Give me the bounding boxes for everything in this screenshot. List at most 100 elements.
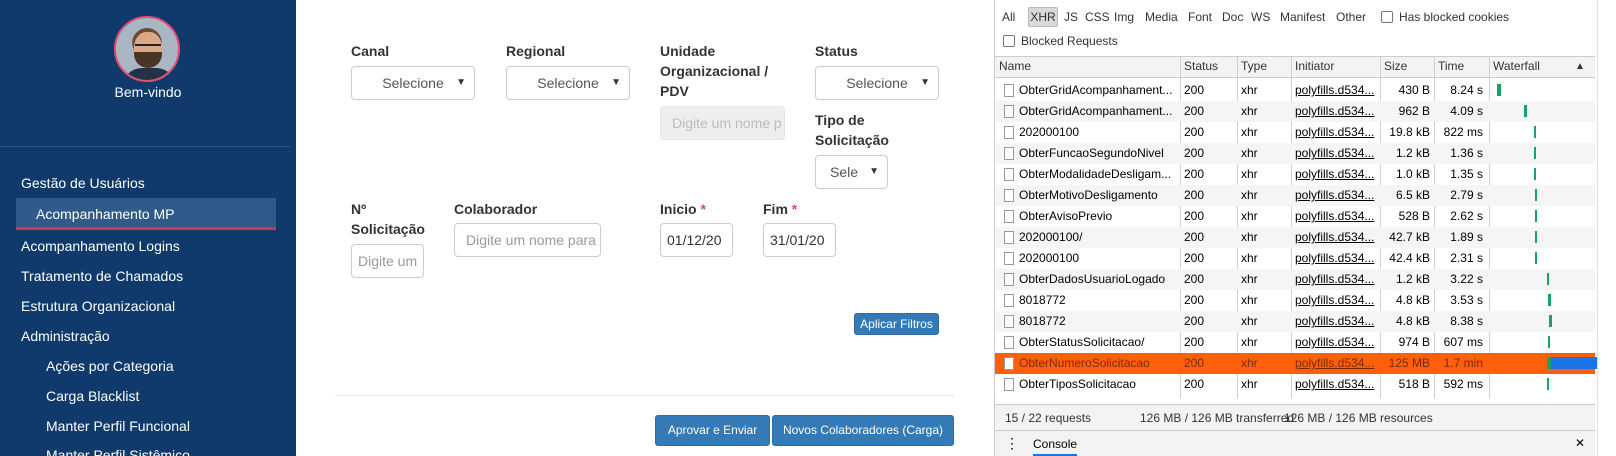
request-time: 4.09 s — [1450, 104, 1483, 118]
blocked-requests-checkbox[interactable] — [1003, 35, 1015, 47]
table-row[interactable]: ObterStatusSolicitacao/200 xhr polyfills.d… — [995, 332, 1595, 353]
waterfall-bar — [1497, 84, 1501, 96]
numero-input[interactable]: Digite um — [351, 244, 424, 278]
filter-img[interactable]: Img — [1114, 10, 1134, 24]
request-status: 200 — [1184, 251, 1205, 265]
table-row[interactable]: 202000100 200 xhr polyfills.d534... 19.8 kB 8… — [995, 122, 1595, 143]
table-row[interactable]: 8018772 200 xhr polyfills.d534... 4.8 kB 3.53… — [995, 290, 1595, 311]
sidebar-item-tratamento-chamados[interactable]: Tratamento de Chamados — [21, 268, 183, 284]
filter-doc[interactable]: Doc — [1222, 10, 1243, 24]
request-initiator[interactable]: polyfills.d534... — [1295, 104, 1381, 118]
numero-label-line1: Nº — [351, 201, 367, 217]
sidebar-item-perfil-funcional[interactable]: Manter Perfil Funcional — [46, 418, 190, 434]
filter-css[interactable]: CSS — [1085, 10, 1110, 24]
required-marker: * — [700, 201, 706, 217]
request-name: ObterGridAcompanhament... — [1019, 83, 1173, 97]
table-row[interactable]: ObterMotivoDesligamento 200 xhr polyfills.d… — [995, 185, 1595, 206]
sidebar-item-acoes-categoria[interactable]: Ações por Categoria — [46, 358, 174, 374]
col-waterfall[interactable]: Waterfall — [1493, 59, 1540, 73]
col-time[interactable]: Time — [1438, 59, 1464, 73]
request-initiator[interactable]: polyfills.d534... — [1295, 356, 1381, 370]
waterfall-bar — [1549, 315, 1552, 327]
request-initiator[interactable]: polyfills.d534... — [1295, 167, 1381, 181]
request-initiator[interactable]: polyfills.d534... — [1295, 125, 1381, 139]
fim-date-input[interactable]: 31/01/20 — [763, 223, 836, 257]
table-row[interactable]: 202000100 200 xhr polyfills.d534... 42.4 kB 2… — [995, 248, 1595, 269]
request-initiator[interactable]: polyfills.d534... — [1295, 314, 1381, 328]
sidebar-item-gestao-usuarios[interactable]: Gestão de Usuários — [21, 175, 145, 191]
col-status[interactable]: Status — [1184, 59, 1218, 73]
sidebar-item-acompanhamento-logins[interactable]: Acompanhamento Logins — [21, 238, 180, 254]
filter-manifest[interactable]: Manifest — [1280, 10, 1325, 24]
chevron-down-icon: ▼ — [456, 77, 466, 88]
table-row[interactable]: ObterNumeroSolicitacao 200 xhr polyfills.d5… — [995, 353, 1597, 374]
request-initiator[interactable]: polyfills.d534... — [1295, 146, 1381, 160]
waterfall-bar — [1548, 336, 1550, 348]
sidebar-item-administracao[interactable]: Administração — [21, 328, 110, 344]
table-row[interactable]: ObterDadosUsuarioLogado 200 xhr polyfills.d… — [995, 269, 1595, 290]
table-row[interactable]: ObterGridAcompanhament... 200 xhr polyfills… — [995, 80, 1595, 101]
filter-js[interactable]: JS — [1064, 10, 1078, 24]
request-time: 592 ms — [1443, 377, 1483, 391]
request-type: xhr — [1241, 335, 1258, 349]
table-row[interactable]: ObterModalidadeDesligam... 200 xhr polyfill… — [995, 164, 1595, 185]
filter-media[interactable]: Media — [1145, 10, 1178, 24]
request-initiator[interactable]: polyfills.d534... — [1295, 377, 1381, 391]
col-type[interactable]: Type — [1241, 59, 1267, 73]
table-row[interactable]: 8018772 200 xhr polyfills.d534... 4.8 kB 8.38… — [995, 311, 1595, 332]
request-status: 200 — [1184, 356, 1205, 370]
regional-select[interactable]: Selecione ▼ — [506, 66, 630, 100]
close-icon[interactable]: ✕ — [1575, 436, 1585, 450]
col-name[interactable]: Name — [999, 59, 1031, 73]
filter-ws[interactable]: WS — [1251, 10, 1270, 24]
request-initiator[interactable]: polyfills.d534... — [1295, 272, 1381, 286]
has-blocked-cookies-checkbox[interactable] — [1381, 11, 1393, 23]
request-initiator[interactable]: polyfills.d534... — [1295, 251, 1381, 265]
request-initiator[interactable]: polyfills.d534... — [1295, 83, 1381, 97]
request-size: 1.2 kB — [1395, 272, 1430, 286]
filter-xhr[interactable]: XHR — [1028, 7, 1058, 27]
sidebar-item-label: Acompanhamento MP — [36, 206, 175, 222]
request-time: 2.31 s — [1450, 251, 1483, 265]
inicio-date-input[interactable]: 01/12/20 — [660, 223, 733, 257]
filter-font[interactable]: Font — [1188, 10, 1212, 24]
request-initiator[interactable]: polyfills.d534... — [1295, 209, 1381, 223]
request-size: 430 B — [1398, 83, 1430, 97]
sidebar-item-carga-blacklist[interactable]: Carga Blacklist — [46, 388, 139, 404]
drawer-menu-icon[interactable]: ⋮ — [1005, 435, 1019, 452]
request-name: 202000100/ — [1019, 230, 1083, 244]
document-icon — [1004, 231, 1014, 244]
devtools-side-toolbar — [1597, 0, 1616, 456]
tab-console[interactable]: Console — [1033, 437, 1078, 456]
request-initiator[interactable]: polyfills.d534... — [1295, 230, 1381, 244]
tipo-select[interactable]: Sele ▼ — [815, 155, 888, 189]
canal-select[interactable]: Selecione ▼ — [351, 66, 475, 100]
table-row[interactable]: ObterTiposSolicitacao 200 xhr polyfills.d53… — [995, 374, 1595, 395]
col-size[interactable]: Size — [1384, 59, 1407, 73]
request-initiator[interactable]: polyfills.d534... — [1295, 188, 1381, 202]
request-size: 962 B — [1398, 104, 1430, 118]
apply-filters-button[interactable]: Aplicar Filtros — [854, 313, 939, 335]
request-initiator[interactable]: polyfills.d534... — [1295, 335, 1381, 349]
approve-send-button[interactable]: Aprovar e Enviar — [655, 415, 770, 446]
sidebar-item-estrutura-organizacional[interactable]: Estrutura Organizacional — [21, 298, 175, 314]
table-row[interactable]: ObterAvisoPrevio 200 xhr polyfills.d534... 5… — [995, 206, 1595, 227]
filter-all[interactable]: All — [1002, 10, 1015, 24]
request-initiator[interactable]: polyfills.d534... — [1295, 293, 1381, 307]
new-collaborators-button[interactable]: Novos Colaboradores (Carga) — [772, 415, 954, 446]
document-icon — [1004, 357, 1014, 370]
document-icon — [1004, 168, 1014, 181]
filter-other[interactable]: Other — [1336, 10, 1366, 24]
request-size: 125 MB — [1388, 356, 1430, 370]
request-type: xhr — [1241, 314, 1258, 328]
table-row[interactable]: ObterGridAcompanhament... 200 xhr polyfills… — [995, 101, 1595, 122]
status-select[interactable]: Selecione ▼ — [815, 66, 939, 100]
sidebar-item-acompanhamento-mp[interactable]: Acompanhamento MP — [16, 198, 276, 230]
sort-ascending-icon[interactable]: ▲ — [1575, 61, 1585, 72]
col-initiator[interactable]: Initiator — [1295, 59, 1334, 73]
table-row[interactable]: 202000100/200 xhr polyfills.d534... 42.7 kB… — [995, 227, 1595, 248]
colaborador-input[interactable]: Digite um nome para bu — [454, 223, 601, 257]
request-type: xhr — [1241, 125, 1258, 139]
sidebar-item-perfil-sistemico[interactable]: Manter Perfil Sistêmico — [46, 447, 190, 456]
table-row[interactable]: ObterFuncaoSegundoNivel 200 xhr polyfills.d… — [995, 143, 1595, 164]
